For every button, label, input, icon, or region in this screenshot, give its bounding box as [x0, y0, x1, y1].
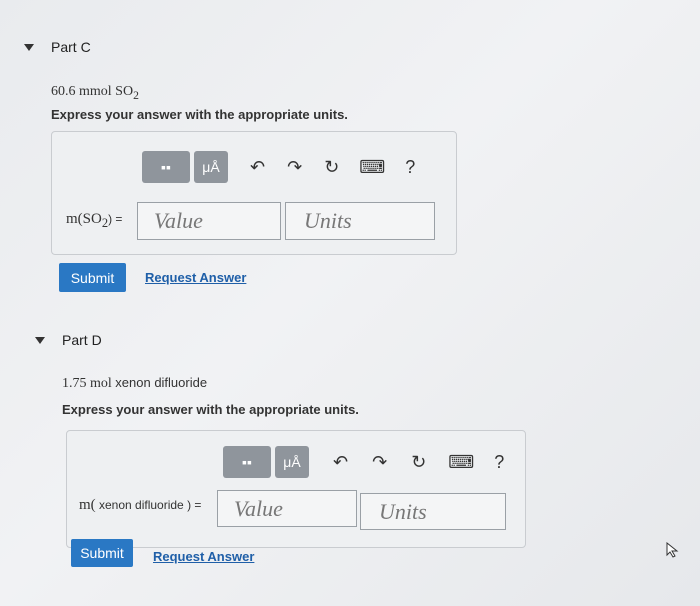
part-d-units-placeholder: Units — [379, 498, 427, 524]
templates-button[interactable]: ▪▪ — [223, 446, 271, 478]
part-c-answer-label: m(SO2) = — [66, 211, 122, 231]
part-d-request-answer-link[interactable]: Request Answer — [153, 549, 254, 564]
part-d-title: Part D — [62, 332, 102, 348]
units-icon: μÅ — [202, 159, 220, 175]
part-d-value-placeholder: Value — [234, 495, 283, 521]
undo-icon[interactable]: ↶ — [250, 157, 265, 178]
templates-icon: ▪▪ — [161, 159, 171, 175]
part-d-instruction: Express your answer with the appropriate… — [62, 402, 359, 417]
part-c-units-input[interactable]: Units — [285, 202, 435, 240]
part-d-label-prefix: m( — [79, 497, 96, 513]
reset-icon[interactable]: ↻ — [411, 452, 426, 473]
part-d-units-input[interactable]: Units — [360, 493, 506, 530]
part-d-toolbar: ▪▪ μÅ ↶ ↷ ↻ ⌨ ? — [223, 446, 504, 478]
part-c-title: Part C — [51, 39, 91, 55]
part-d-label-suffix: ) = — [187, 498, 202, 512]
part-c-value-input[interactable]: Value — [137, 202, 281, 240]
part-d-collapse-caret[interactable] — [35, 337, 45, 344]
part-c-units-placeholder: Units — [304, 208, 352, 233]
part-c-problem-value: 60.6 mmol SO — [51, 84, 134, 99]
part-c-problem: 60.6 mmol SO2 — [51, 84, 139, 102]
templates-button[interactable]: ▪▪ — [142, 151, 190, 183]
part-c-toolbar: ▪▪ μÅ ↶ ↷ ↻ ⌨ ? — [142, 151, 415, 183]
help-icon[interactable]: ? — [405, 157, 415, 178]
redo-icon[interactable]: ↷ — [372, 452, 387, 473]
templates-icon: ▪▪ — [242, 454, 252, 470]
part-c-label-suffix: ) = — [108, 212, 123, 226]
part-d-submit-button[interactable]: Submit — [71, 539, 133, 567]
units-button[interactable]: μÅ — [275, 446, 309, 478]
units-button[interactable]: μÅ — [194, 151, 228, 183]
part-d-answer-label: m( xenon difluoride ) = — [79, 497, 201, 514]
part-c-collapse-caret[interactable] — [24, 44, 34, 51]
part-c-value-placeholder: Value — [154, 208, 203, 233]
part-d-problem-name: xenon difluoride — [115, 375, 208, 390]
keyboard-icon[interactable]: ⌨ — [359, 157, 385, 178]
undo-icon[interactable]: ↶ — [333, 452, 348, 473]
units-icon: μÅ — [283, 454, 301, 470]
mouse-cursor-icon — [666, 542, 679, 558]
part-d-value-input[interactable]: Value — [217, 490, 357, 527]
keyboard-icon[interactable]: ⌨ — [448, 452, 474, 473]
redo-icon[interactable]: ↷ — [287, 157, 302, 178]
part-d-problem-value: 1.75 mol — [62, 376, 112, 391]
part-c-instruction: Express your answer with the appropriate… — [51, 107, 348, 122]
part-c-label-prefix: m(SO — [66, 211, 102, 227]
part-c-request-answer-link[interactable]: Request Answer — [145, 270, 246, 285]
part-d-problem: 1.75 mol xenon difluoride — [62, 375, 207, 392]
part-d-label-name: xenon difluoride — [95, 498, 188, 512]
help-icon[interactable]: ? — [494, 452, 504, 473]
reset-icon[interactable]: ↻ — [324, 157, 339, 178]
part-c-problem-sub: 2 — [133, 88, 139, 102]
part-c-submit-button[interactable]: Submit — [59, 263, 126, 292]
